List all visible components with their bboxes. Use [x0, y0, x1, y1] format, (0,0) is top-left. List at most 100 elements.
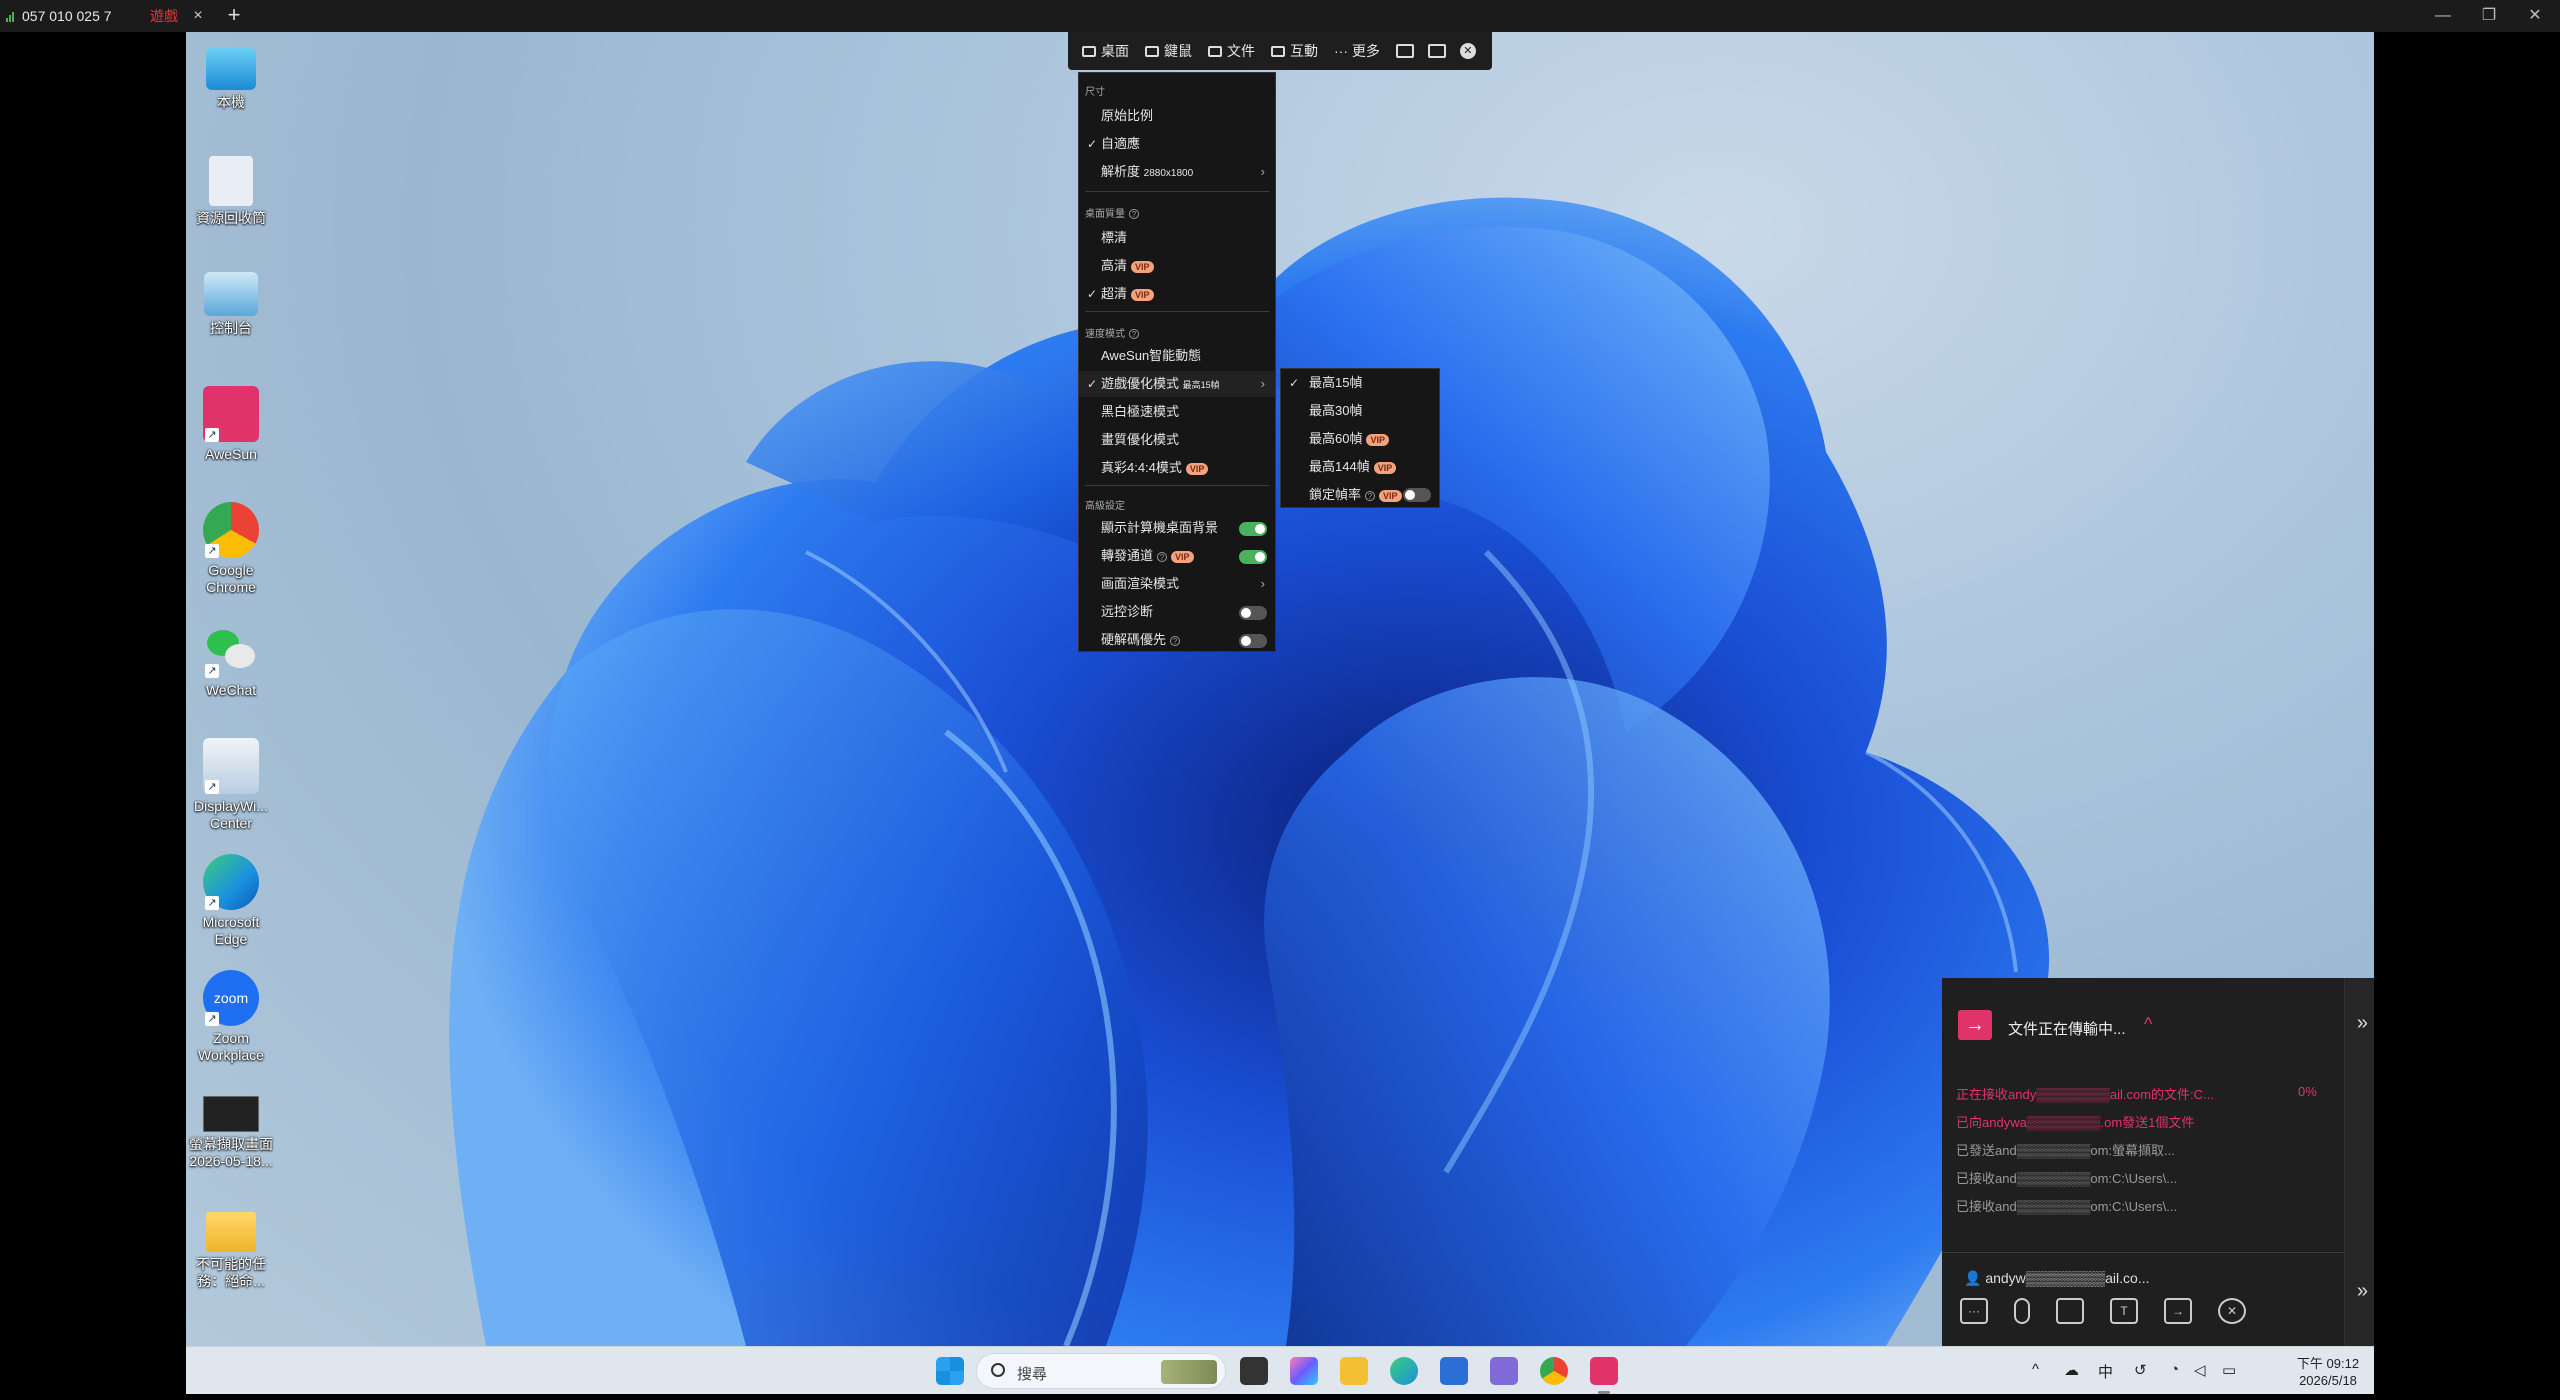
menu-item-label: 黑白極速模式	[1101, 404, 1180, 419]
menu-item-true-color[interactable]: 真彩4:4:4模式 VIP	[1079, 455, 1275, 481]
help-icon[interactable]: ?	[1170, 635, 1181, 646]
screenshot-icon[interactable]	[1395, 44, 1414, 58]
awesun-icon: ↗	[203, 386, 259, 442]
menu-item-ultra-hd[interactable]: ✓ 超清 VIP	[1079, 281, 1275, 307]
volume-icon[interactable]: ◁	[2194, 1361, 2206, 1379]
copilot-icon[interactable]	[1290, 1357, 1318, 1385]
menu-item-bw-mode[interactable]: 黑白極速模式	[1079, 399, 1275, 425]
chevron-up-icon[interactable]: ^	[2032, 1361, 2039, 1378]
menu-item-label: 远控诊断	[1101, 604, 1154, 619]
desktop-icon-folder[interactable]: 不可能的任務：絕命...	[186, 1204, 276, 1290]
remote-diag-toggle[interactable]	[1239, 606, 1267, 620]
desktop-icon-control-panel[interactable]: 控制台	[186, 272, 276, 337]
onedrive-icon[interactable]: ☁	[2064, 1361, 2079, 1379]
submenu-item-fps60[interactable]: 最高60幀 VIP	[1281, 425, 1439, 453]
toolbar-desktop-button[interactable]: 桌面	[1082, 41, 1129, 61]
store-icon[interactable]	[1440, 1357, 1468, 1385]
shortcut-arrow-icon: ↗	[205, 544, 219, 558]
camera-icon[interactable]	[2056, 1298, 2084, 1324]
submenu-item-fps144[interactable]: 最高144幀 VIP	[1281, 453, 1439, 481]
start-icon[interactable]	[936, 1357, 964, 1385]
menu-item-adaptive[interactable]: ✓ 自適應	[1079, 131, 1275, 157]
desktop-icon-screenshot[interactable]: 螢幕擷取畫面 2026-05-18...	[186, 1096, 276, 1170]
toolbar-interact-button[interactable]: 互動	[1271, 41, 1318, 61]
toolbar-keyboard-button[interactable]: 鍵鼠	[1145, 41, 1192, 61]
add-tab-button[interactable]: +	[222, 4, 246, 28]
wifi-icon[interactable]: ◔	[2170, 1361, 2179, 1378]
connection-tab[interactable]: 057 010 025 7	[6, 4, 112, 28]
ime-indicator[interactable]: 中	[2098, 1361, 2113, 1382]
menu-item-show-wallpaper[interactable]: 顯示計算機桌面背景	[1079, 515, 1275, 541]
menu-item-resolution[interactable]: 解析度 2880x1800 ›	[1079, 159, 1275, 185]
desktop-icon-label: Google Chrome	[206, 562, 256, 595]
collapse-icon[interactable]: ^	[2144, 1014, 2152, 1035]
help-icon[interactable]: ?	[1157, 551, 1168, 562]
help-icon[interactable]: ?	[1129, 209, 1139, 220]
menu-item-quality-mode[interactable]: 畫質優化模式	[1079, 427, 1275, 453]
close-circle-icon[interactable]: ✕	[2218, 1298, 2246, 1324]
expand-icon[interactable]: »	[2357, 1012, 2368, 1035]
disconnect-icon[interactable]: ✕	[1459, 43, 1476, 59]
desktop-icon-edge[interactable]: ↗ Microsoft Edge	[186, 854, 276, 948]
submenu-item-fps30[interactable]: 最高30幀	[1281, 397, 1439, 425]
chevron-right-icon: ›	[1260, 376, 1265, 391]
battery-icon[interactable]: ▭	[2222, 1361, 2236, 1379]
file-transfer-title: 文件正在傳輸中...	[2008, 1021, 2126, 1038]
shortcut-arrow-icon: ↗	[205, 896, 219, 910]
awesun-icon[interactable]	[1590, 1357, 1618, 1385]
desktop-icon-this-pc[interactable]: 本機	[186, 40, 276, 111]
menu-item-hd[interactable]: 高清 VIP	[1079, 253, 1275, 279]
transfer-status-line: 已發送and▒▒▒▒▒▒▒▒om:螢幕擷取...	[1956, 1143, 2175, 1158]
menu-item-hw-decode[interactable]: 硬解碼優先?	[1079, 627, 1275, 653]
taskbar-clock[interactable]: 下午 09:12 2026/5/18	[2290, 1355, 2366, 1389]
chevron-right-icon: ›	[1260, 164, 1265, 179]
section-advanced: 高級設定	[1085, 501, 1125, 512]
app-icon[interactable]	[1490, 1357, 1518, 1385]
desktop-icon-wechat[interactable]: ↗ WeChat	[186, 622, 276, 699]
toolbar-more-button[interactable]: ··· 更多	[1334, 41, 1380, 61]
submenu-item-fps15[interactable]: ✓ 最高15幀	[1281, 369, 1439, 397]
menu-item-remote-diag[interactable]: 远控诊断	[1079, 599, 1275, 625]
wallpaper-toggle[interactable]	[1239, 522, 1267, 536]
send-file-icon[interactable]: →	[2164, 1298, 2192, 1324]
check-icon: ✓	[1087, 137, 1098, 151]
menu-item-awesun-smart[interactable]: AweSun智能動態	[1079, 343, 1275, 369]
restore-button[interactable]: ❐	[2466, 0, 2512, 32]
fullscreen-icon[interactable]	[1427, 44, 1446, 58]
close-tab-icon[interactable]: ×	[188, 6, 208, 26]
desktop-icon-zoom[interactable]: zoom ↗ Zoom Workplace	[186, 970, 276, 1064]
chrome-icon[interactable]	[1540, 1357, 1568, 1385]
edge-icon[interactable]	[1390, 1357, 1418, 1385]
microphone-icon[interactable]	[2014, 1298, 2030, 1324]
chat-icon[interactable]: ···	[1960, 1298, 1988, 1324]
display-widget-icon: ↗	[203, 738, 259, 794]
menu-item-game-mode[interactable]: ✓ 遊戲優化模式 最高15幀 ›	[1079, 371, 1275, 397]
relay-toggle[interactable]	[1239, 550, 1267, 564]
menu-item-render-mode[interactable]: 画面渲染模式 ›	[1079, 571, 1275, 597]
help-icon[interactable]: ?	[1129, 329, 1139, 340]
menu-item-relay[interactable]: 轉發通道? VIP	[1079, 543, 1275, 569]
task-view-icon[interactable]	[1240, 1357, 1268, 1385]
file-explorer-icon[interactable]	[1340, 1357, 1368, 1385]
desktop-icon-displaywidget[interactable]: ↗ DisplayWi... Center	[186, 738, 276, 832]
letterbox-right	[2374, 32, 2560, 1400]
taskbar-search[interactable]: 搜尋	[976, 1353, 1226, 1389]
menu-item-standard[interactable]: 標清	[1079, 225, 1275, 251]
divider	[1085, 191, 1269, 192]
close-window-button[interactable]: ✕	[2512, 0, 2558, 32]
text-icon[interactable]: T	[2110, 1298, 2138, 1324]
desktop-icon-recycle-bin[interactable]: 資源回收筒	[186, 156, 276, 227]
section-size: 尺寸	[1085, 87, 1105, 98]
desktop-icon-chrome[interactable]: ↗ Google Chrome	[186, 502, 276, 596]
minimize-button[interactable]: —	[2420, 0, 2466, 32]
submenu-item-lock-fps[interactable]: 鎖定幀率? VIP	[1281, 481, 1439, 509]
help-icon[interactable]: ?	[1365, 490, 1376, 501]
hw-decode-toggle[interactable]	[1239, 634, 1267, 648]
expand-icon[interactable]: »	[2357, 1280, 2368, 1303]
lock-fps-toggle[interactable]	[1403, 488, 1431, 502]
search-icon	[991, 1363, 1005, 1377]
menu-item-original-ratio[interactable]: 原始比例	[1079, 103, 1275, 129]
desktop-icon-awesun[interactable]: ↗ AweSun	[186, 386, 276, 463]
toolbar-file-button[interactable]: 文件	[1208, 41, 1255, 61]
input-mode-icon[interactable]: ↺	[2134, 1361, 2147, 1379]
